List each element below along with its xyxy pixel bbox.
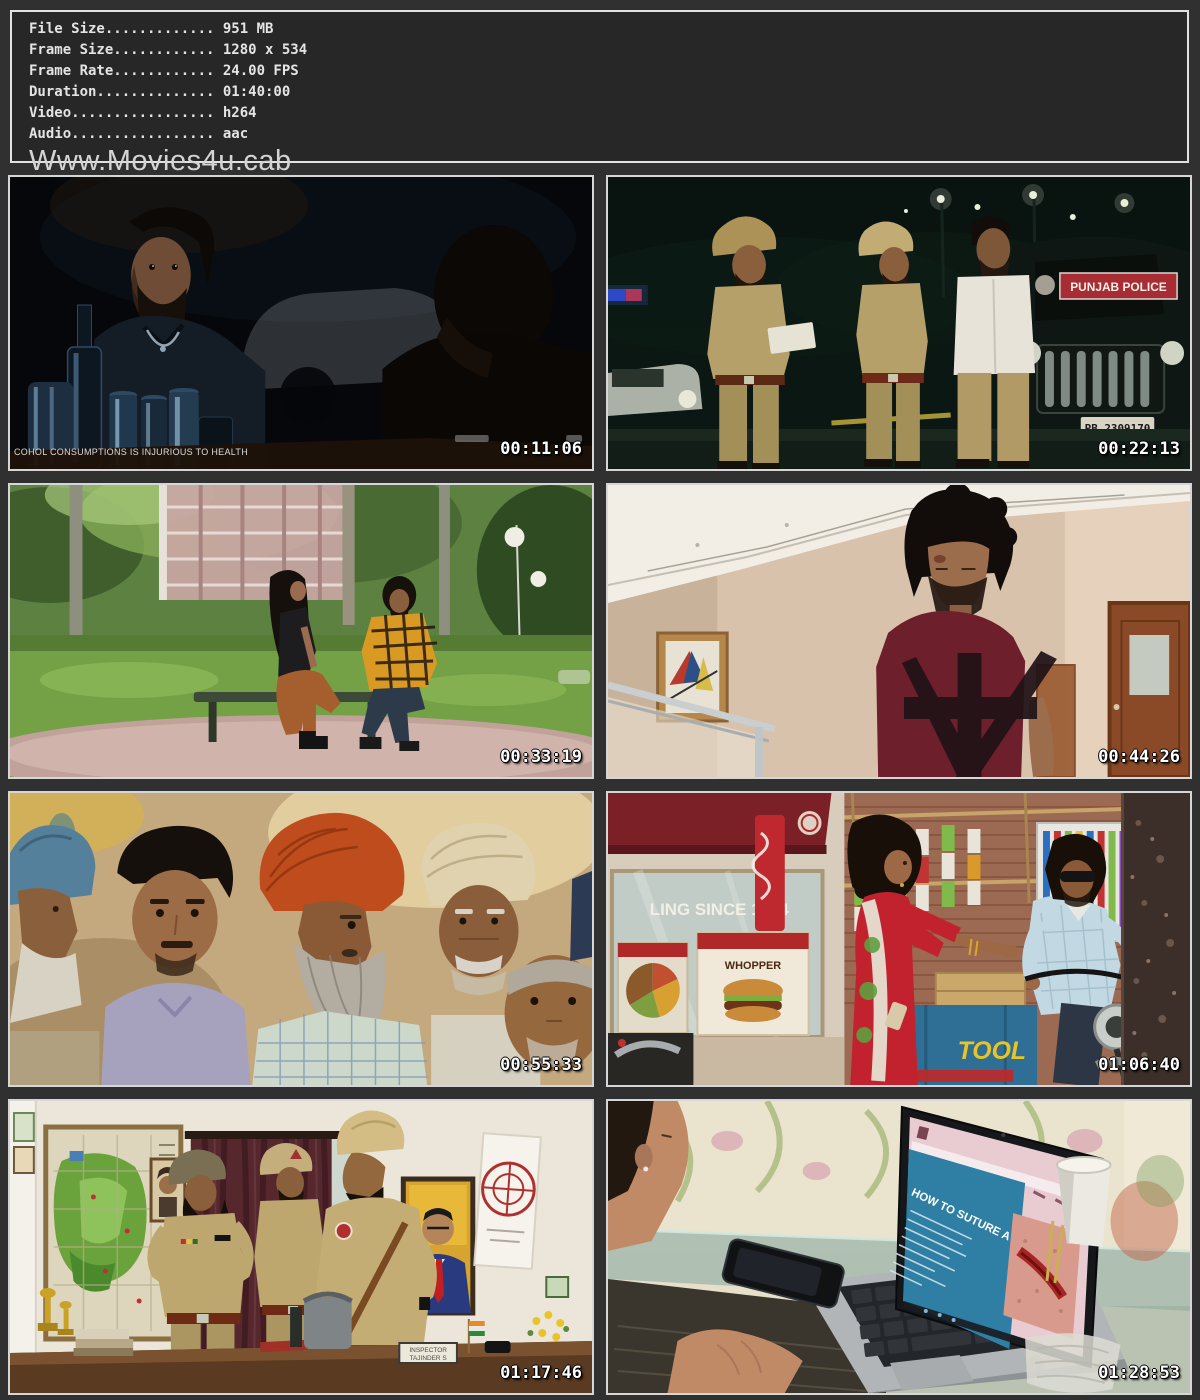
thumbnail-6: LING SINCE 1954 WHOPPER TOOL — [606, 791, 1192, 1087]
svg-text:INSPECTOR: INSPECTOR — [409, 1347, 447, 1354]
media-info-line-filesize: File Size............. 951 MB — [29, 19, 1187, 40]
thumbnail-2: PUNJAB POLICE PB 2309170 — [606, 175, 1192, 471]
timestamp-overlay: 01:06:40 — [1098, 1055, 1180, 1075]
svg-text:TOOL: TOOL — [958, 1037, 1026, 1065]
scene-crowd-turbans — [10, 793, 592, 1085]
media-info-line-framesize: Frame Size............ 1280 x 534 — [29, 40, 1187, 61]
scene-park-bench — [10, 485, 592, 777]
scene-night-drinks — [10, 177, 592, 469]
scene-laptop-webpage: HOW TO SUTURE A WOUND — [608, 1101, 1190, 1393]
thumbnail-5: 00:55:33 — [8, 791, 594, 1087]
media-info-panel: File Size............. 951 MB Frame Size… — [10, 10, 1189, 163]
timestamp-overlay: 00:22:13 — [1098, 439, 1180, 459]
timestamp-overlay: 01:17:46 — [500, 1363, 582, 1383]
media-info-line-audio: Audio................. aac — [29, 124, 1187, 145]
health-warning-caption: COHOL CONSUMPTIONS IS INJURIOUS TO HEALT… — [14, 447, 248, 457]
thumbnail-1: COHOL CONSUMPTIONS IS INJURIOUS TO HEALT… — [8, 175, 594, 471]
thumbnail-4: 00:44:26 — [606, 483, 1192, 779]
timestamp-overlay: 00:44:26 — [1098, 747, 1180, 767]
scene-night-police: PUNJAB POLICE PB 2309170 — [608, 177, 1190, 469]
timestamp-overlay: 00:33:19 — [500, 747, 582, 767]
timestamp-overlay: 00:55:33 — [500, 1055, 582, 1075]
timestamp-overlay: 00:11:06 — [500, 439, 582, 459]
scene-police-office: INSPECTOR TAJINDER S — [10, 1101, 592, 1393]
media-info-line-framerate: Frame Rate............ 24.00 FPS — [29, 61, 1187, 82]
thumbnail-3: 00:33:19 — [8, 483, 594, 779]
media-info-line-duration: Duration.............. 01:40:00 — [29, 82, 1187, 103]
site-watermark: Www.Movies4u.cab — [29, 146, 1187, 176]
timestamp-overlay: 01:28:53 — [1098, 1363, 1180, 1383]
screenshot-sheet: File Size............. 951 MB Frame Size… — [0, 0, 1200, 1400]
scene-street-market: LING SINCE 1954 WHOPPER TOOL — [608, 793, 1190, 1085]
media-info-line-video: Video................. h264 — [29, 103, 1187, 124]
svg-text:WHOPPER: WHOPPER — [725, 960, 781, 972]
scene-indoor-staircase — [608, 485, 1190, 777]
thumbnail-8: HOW TO SUTURE A WOUND 01 — [606, 1099, 1192, 1395]
svg-text:PUNJAB POLICE: PUNJAB POLICE — [1070, 280, 1167, 294]
svg-text:TAJINDER S: TAJINDER S — [410, 1355, 448, 1362]
thumbnail-7: INSPECTOR TAJINDER S 01:17:46 — [8, 1099, 594, 1395]
